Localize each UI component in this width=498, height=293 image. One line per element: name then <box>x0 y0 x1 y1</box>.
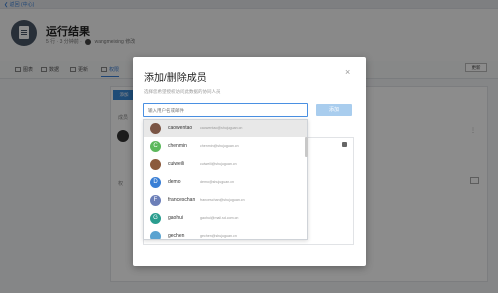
add-remove-members-dialog: 添加/删除成员 × 选择您希望授权访问此数据的协同人员 添加 caowentao… <box>133 57 366 266</box>
close-icon[interactable]: × <box>345 67 350 77</box>
suggestion-item[interactable]: D demo demo@shujuguan.cn <box>144 174 307 191</box>
dialog-title: 添加/删除成员 <box>144 73 207 84</box>
suggestion-item[interactable]: caowentao caowentao@shujuguan.cn <box>144 120 307 137</box>
suggestion-item[interactable]: F franceschan franceschan@shujuguan.cn <box>144 192 307 209</box>
user-name: cuiweili <box>168 161 185 167</box>
user-email: caowentao@shujuguan.cn <box>200 126 243 130</box>
avatar: D <box>150 177 161 188</box>
avatar <box>150 159 161 170</box>
add-button[interactable]: 添加 <box>316 104 352 116</box>
user-email: gaohui@mail.sd.com.cn <box>200 216 239 220</box>
user-email: cuiweili@shujuguan.cn <box>200 162 237 166</box>
avatar <box>150 231 161 239</box>
user-name: caowentao <box>168 125 193 131</box>
user-name: gechen <box>168 233 185 239</box>
suggestion-item[interactable]: cuiweili cuiweili@shujuguan.cn <box>144 156 307 173</box>
user-email: franceschan@shujuguan.cn <box>200 198 245 202</box>
user-email: gechen@shujuguan.cn <box>200 234 237 238</box>
avatar <box>150 123 161 134</box>
user-suggestion-dropdown: caowentao caowentao@shujuguan.cn C chenm… <box>143 119 308 240</box>
dialog-subtitle: 选择您希望授权访问此数据的协同人员 <box>144 89 221 94</box>
suggestion-item[interactable]: G gaohui gaohui@mail.sd.com.cn <box>144 210 307 227</box>
dropdown-scrollbar[interactable] <box>305 137 308 157</box>
suggestion-item[interactable]: gechen gechen@shujuguan.cn <box>144 228 307 239</box>
user-name: chenmin <box>168 143 187 149</box>
user-name: demo <box>168 179 181 185</box>
lock-icon <box>342 142 347 147</box>
member-search-input[interactable] <box>143 103 308 117</box>
avatar: C <box>150 141 161 152</box>
user-name: gaohui <box>168 215 184 221</box>
user-name: franceschan <box>168 197 196 203</box>
avatar: F <box>150 195 161 206</box>
user-email: demo@shujuguan.cn <box>200 180 235 184</box>
suggestion-item[interactable]: C chenmin chenmin@shujuguan.cn <box>144 138 307 155</box>
user-email: chenmin@shujuguan.cn <box>200 144 239 148</box>
avatar: G <box>150 213 161 224</box>
